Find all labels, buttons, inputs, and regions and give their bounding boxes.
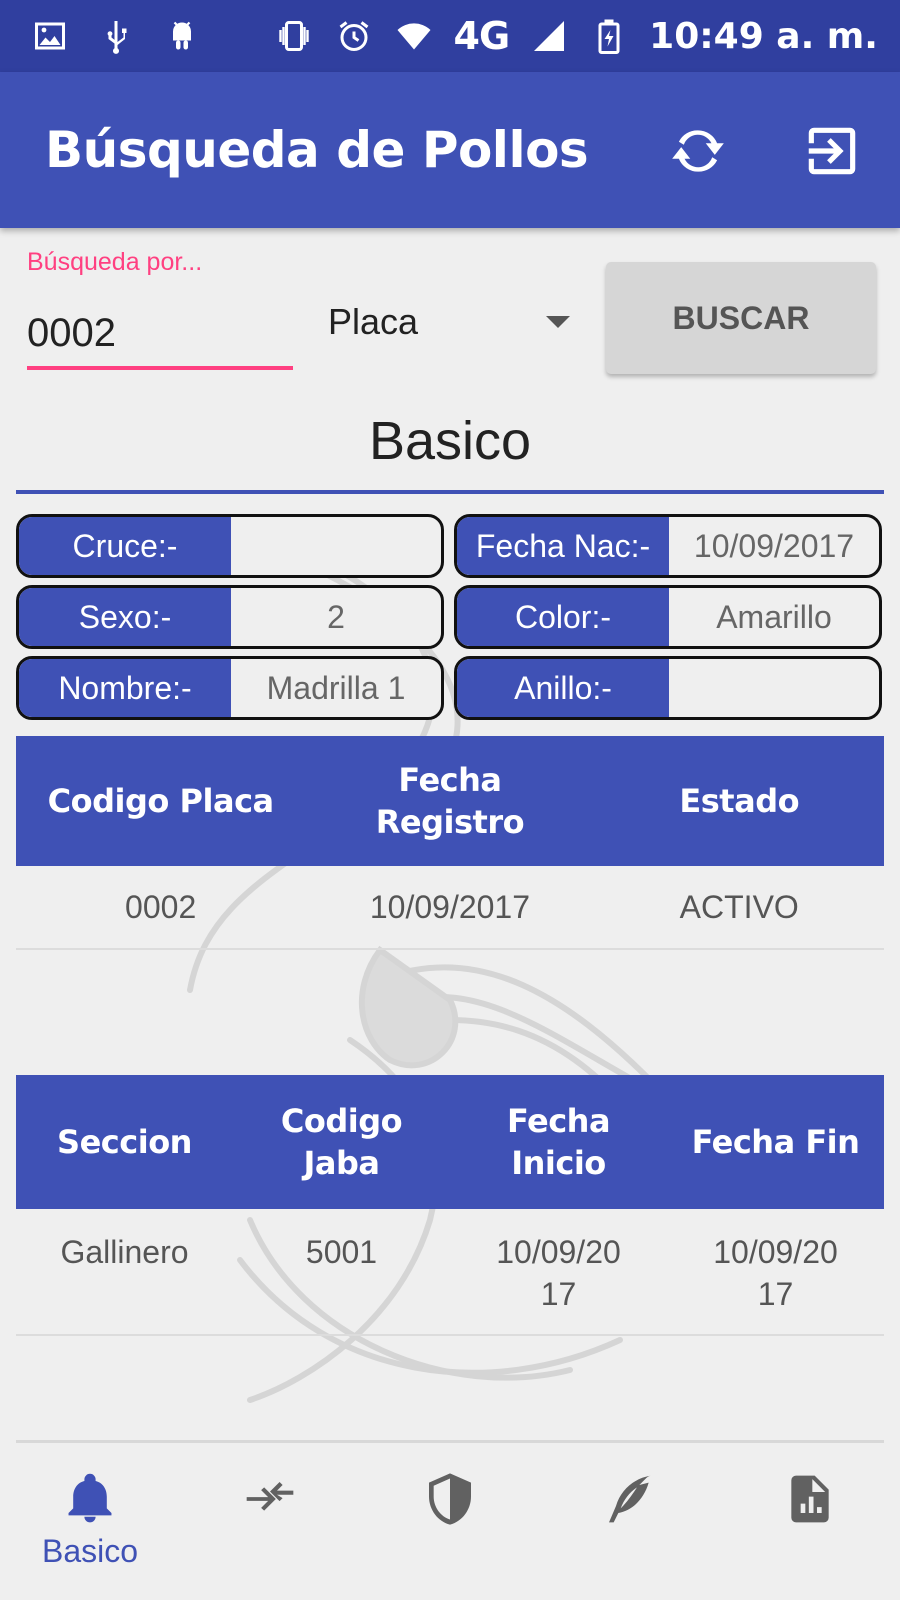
bell-icon xyxy=(68,1473,112,1523)
search-type-select[interactable]: Placa xyxy=(316,292,584,352)
search-type-value: Placa xyxy=(328,301,419,342)
section-title: Basico xyxy=(368,411,532,471)
column-header: Codigo Placa xyxy=(47,782,274,820)
table-row[interactable]: 0002 10/09/2017 ACTIVO xyxy=(16,866,884,950)
network-type: 4G xyxy=(453,14,511,58)
table-cell: 0002 xyxy=(125,889,197,925)
fecha-nac-label: Fecha Nac:- xyxy=(457,517,669,575)
nav-label: Basico xyxy=(41,1533,139,1569)
nombre-field: Nombre:- Madrilla 1 xyxy=(16,656,444,720)
column-header: Seccion xyxy=(57,1123,192,1161)
table-header: Seccion Codigo Jaba Fecha Inicio Fecha F… xyxy=(16,1075,884,1209)
fecha-nac-field: Fecha Nac:- 10/09/2017 xyxy=(454,514,882,578)
nombre-value: Madrilla 1 xyxy=(266,669,406,706)
status-left xyxy=(30,16,202,56)
signal-icon xyxy=(529,16,569,56)
anillo-label: Anillo:- xyxy=(457,659,669,717)
usb-icon xyxy=(96,16,136,56)
column-header: Codigo Jaba xyxy=(280,1102,403,1182)
sexo-label: Sexo:- xyxy=(19,588,231,646)
status-right: 4G 10:49 a. m. xyxy=(274,14,878,58)
cruce-field: Cruce:- xyxy=(16,514,444,578)
table-cell: Gallinero xyxy=(60,1234,189,1270)
anillo-field: Anillo:- xyxy=(454,656,882,720)
placas-table: Codigo Placa Fecha Registro Estado 0002 … xyxy=(16,736,884,950)
report-icon xyxy=(791,1475,829,1523)
table-cell: 10/09/2017 xyxy=(369,889,531,925)
sexo-value: 2 xyxy=(327,598,345,635)
nombre-label: Nombre:- xyxy=(19,659,231,717)
table-cell: 10/09/20 17 xyxy=(713,1234,838,1312)
search-label: Búsqueda por... xyxy=(27,248,203,276)
table-row[interactable]: Gallinero 5001 10/09/20 17 10/09/20 17 xyxy=(16,1209,884,1336)
wifi-icon xyxy=(394,16,434,56)
refresh-icon xyxy=(672,130,724,172)
chevron-down-icon xyxy=(546,316,570,328)
table-header: Codigo Placa Fecha Registro Estado xyxy=(16,736,884,866)
image-icon xyxy=(30,16,70,56)
bottom-nav: Basico xyxy=(0,1443,900,1600)
exit-icon xyxy=(808,127,856,175)
column-header: Fecha Registro xyxy=(375,761,525,841)
shield-icon xyxy=(429,1473,471,1525)
cruce-label: Cruce:- xyxy=(19,517,231,575)
battery-icon xyxy=(589,16,629,56)
exit-button[interactable] xyxy=(797,116,867,186)
table-cell: ACTIVO xyxy=(679,889,799,925)
sexo-field: Sexo:- 2 xyxy=(16,585,444,649)
status-bar: 4G 10:49 a. m. xyxy=(0,0,900,72)
refresh-button[interactable] xyxy=(663,116,733,186)
fecha-nac-value: 10/09/2017 xyxy=(693,527,855,564)
swap-icon xyxy=(246,1481,294,1511)
page-title: Búsqueda de Pollos xyxy=(45,121,589,179)
column-header: Fecha Inicio xyxy=(506,1102,611,1182)
search-input[interactable] xyxy=(27,300,293,370)
app-bar: Búsqueda de Pollos xyxy=(0,72,900,228)
android-icon xyxy=(162,16,202,56)
cruce-value xyxy=(231,517,441,575)
color-label: Color:- xyxy=(457,588,669,646)
anillo-value xyxy=(669,659,879,717)
section-divider xyxy=(16,490,884,494)
jabas-table: Seccion Codigo Jaba Fecha Inicio Fecha F… xyxy=(16,1075,884,1336)
nav-item-swap[interactable] xyxy=(180,1443,360,1600)
color-field: Color:- Amarillo xyxy=(454,585,882,649)
clock: 10:49 a. m. xyxy=(649,15,878,57)
nav-item-report[interactable] xyxy=(720,1443,900,1600)
feather-icon xyxy=(609,1475,651,1523)
vibrate-icon xyxy=(274,16,314,56)
color-value: Amarillo xyxy=(716,598,832,635)
alarm-icon xyxy=(334,16,374,56)
table-cell: 10/09/20 17 xyxy=(496,1234,621,1312)
column-header: Estado xyxy=(679,782,800,820)
table-cell: 5001 xyxy=(305,1234,378,1270)
column-header: Fecha Fin xyxy=(691,1123,860,1161)
nav-item-feather[interactable] xyxy=(540,1443,720,1600)
nav-item-shield[interactable] xyxy=(360,1443,540,1600)
search-button[interactable]: BUSCAR xyxy=(606,262,876,374)
nav-item-basico[interactable]: Basico xyxy=(0,1443,180,1600)
